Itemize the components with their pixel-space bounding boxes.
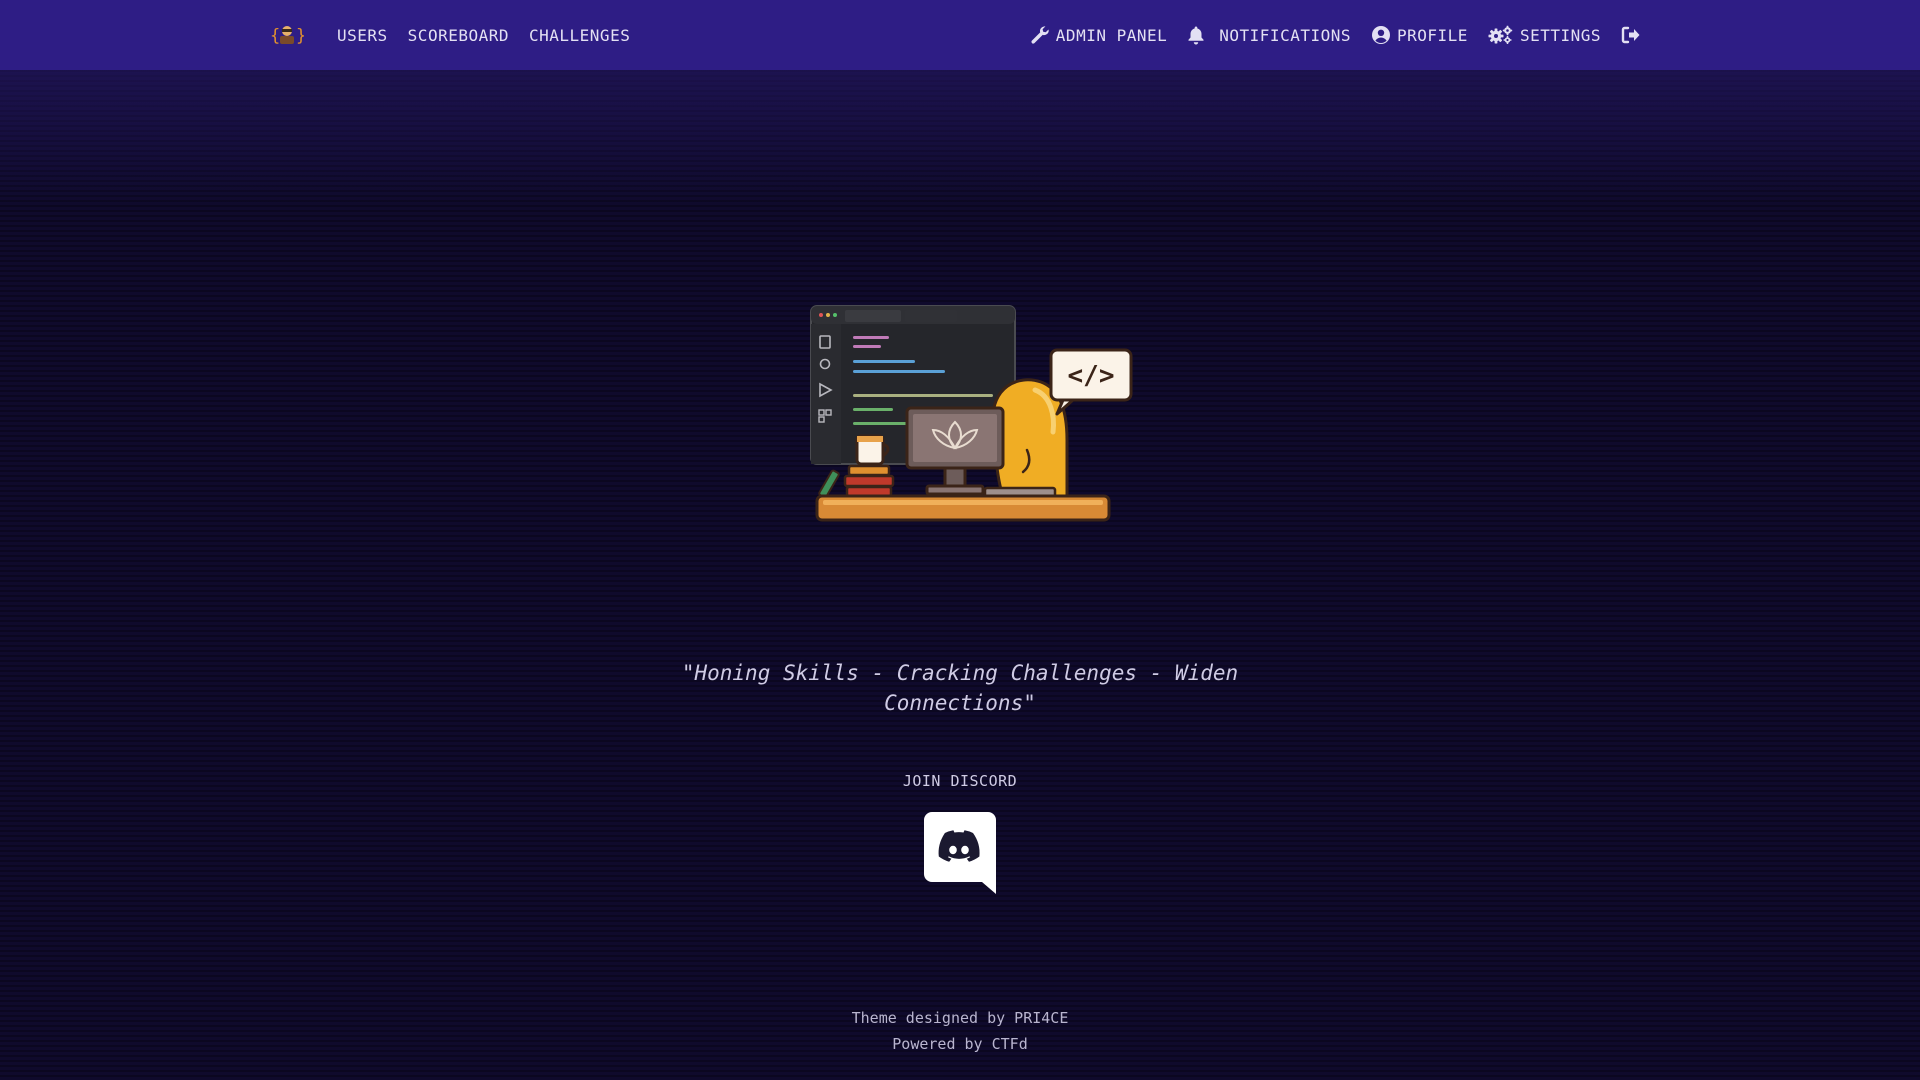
- nav-challenges[interactable]: CHALLENGES: [529, 26, 630, 45]
- nav-scoreboard[interactable]: SCOREBOARD: [408, 26, 509, 45]
- nav-notifications[interactable]: NOTIFICATIONS: [1187, 25, 1351, 45]
- code-bubble-text: </>: [1068, 361, 1115, 391]
- nav-profile-label: PROFILE: [1397, 25, 1468, 45]
- hero-illustration: </>: [805, 300, 1135, 530]
- gears-icon: [1488, 25, 1513, 44]
- join-discord-label: JOIN DISCORD: [902, 772, 1018, 790]
- hacker-avatar-icon: { }: [270, 26, 304, 46]
- discord-link-button[interactable]: [924, 812, 996, 894]
- header-glow: [0, 70, 1920, 205]
- nav-user-links: ADMIN PANEL NOTIFICATIONS PROFILE SETTIN…: [1030, 0, 1641, 70]
- svg-text:}: }: [296, 26, 304, 46]
- nav-settings[interactable]: SETTINGS: [1488, 25, 1601, 45]
- nav-admin-panel[interactable]: ADMIN PANEL: [1030, 25, 1167, 45]
- nav-admin-label: ADMIN PANEL: [1055, 25, 1168, 45]
- nav-users[interactable]: USERS: [337, 26, 388, 45]
- coder-at-desk-illustration: </>: [810, 305, 1133, 522]
- footer-theme-credit: Theme designed by PRI4CE: [851, 1009, 1069, 1027]
- footer-powered-by[interactable]: Powered by CTFd: [660, 1031, 1260, 1057]
- sign-out-icon: [1621, 26, 1640, 44]
- top-navbar: { } USERS SCOREBOARD CHALLENGES ADMIN PA…: [0, 0, 1920, 70]
- nav-settings-label: SETTINGS: [1519, 25, 1601, 45]
- nav-logout[interactable]: [1621, 26, 1641, 44]
- svg-text:{: {: [270, 26, 280, 46]
- nav-profile[interactable]: PROFILE: [1371, 25, 1468, 45]
- nav-notifications-label: NOTIFICATIONS: [1219, 25, 1351, 45]
- brand-logo-link[interactable]: { }: [270, 22, 304, 48]
- bell-icon: [1188, 26, 1204, 45]
- nav-primary-links: USERS SCOREBOARD CHALLENGES: [337, 0, 630, 70]
- discord-icon: [924, 812, 996, 894]
- user-circle-icon: [1372, 26, 1390, 44]
- tagline: "Honing Skills - Cracking Challenges - W…: [681, 661, 1239, 715]
- footer: Theme designed by PRI4CE Powered by CTFd: [660, 1005, 1260, 1057]
- wrench-icon: [1031, 26, 1049, 44]
